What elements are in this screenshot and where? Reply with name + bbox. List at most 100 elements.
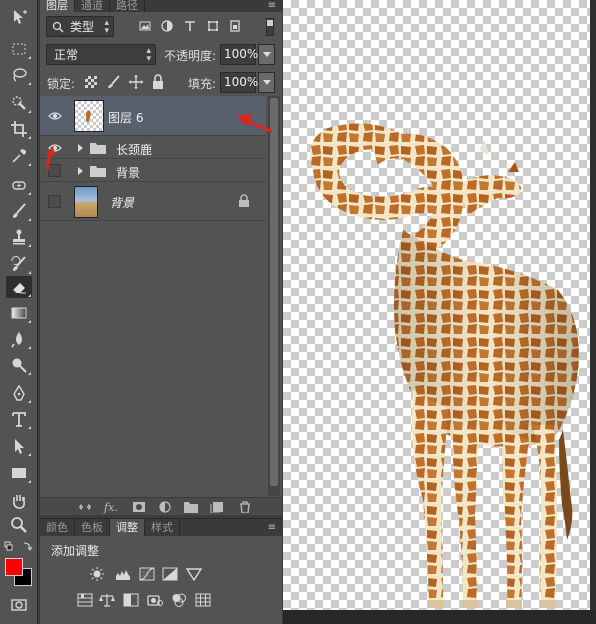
fill-input[interactable]: 100% bbox=[220, 72, 258, 93]
giraffe-cutout-image bbox=[310, 123, 579, 608]
tab-paths[interactable]: 路径 bbox=[110, 0, 145, 12]
quick-mask-icon[interactable] bbox=[6, 594, 32, 616]
layer-thumbnail bbox=[74, 100, 104, 132]
blur-icon[interactable] bbox=[6, 328, 32, 350]
opacity-label: 不透明度: bbox=[164, 49, 217, 63]
eye-icon[interactable] bbox=[48, 141, 62, 155]
layer-name: 背景 bbox=[110, 196, 135, 210]
gradient-icon[interactable] bbox=[6, 302, 32, 324]
new-group-icon[interactable] bbox=[184, 501, 198, 513]
lock-image-icon[interactable] bbox=[106, 74, 122, 90]
type-icon[interactable] bbox=[6, 408, 32, 430]
filter-pixel-icon[interactable] bbox=[138, 19, 152, 33]
opacity-dropdown-button[interactable] bbox=[258, 44, 275, 65]
adjustments-panel: 颜色 色板 调整 样式 ≡ 添加调整 bbox=[40, 518, 282, 624]
tab-channels[interactable]: 通道 bbox=[75, 0, 110, 12]
layers-footer: fx. bbox=[40, 497, 282, 515]
black-white-icon[interactable] bbox=[122, 592, 140, 608]
tab-swatches[interactable]: 色板 bbox=[75, 519, 110, 536]
panel-menu-icon[interactable]: ≡ bbox=[268, 0, 282, 12]
scrollbar-thumb[interactable] bbox=[270, 98, 278, 486]
eyedropper-icon[interactable] bbox=[6, 145, 32, 167]
giraffe-thumbnail-icon bbox=[86, 110, 91, 123]
layer-name: 长颈鹿 bbox=[116, 143, 153, 157]
layer-row-layer-6[interactable]: 图层 6 bbox=[40, 96, 266, 136]
layers-scrollbar[interactable] bbox=[268, 96, 280, 496]
brightness-contrast-icon[interactable] bbox=[88, 566, 106, 582]
tab-adjustments[interactable]: 调整 bbox=[110, 519, 145, 536]
new-layer-icon[interactable] bbox=[210, 501, 224, 513]
expand-triangle-icon[interactable] bbox=[78, 144, 83, 152]
adjustments-panel-tabs: 颜色 色板 调整 样式 ≡ bbox=[40, 519, 282, 536]
chevron-updown-icon: ▴ ▾ bbox=[146, 46, 151, 64]
exposure-icon[interactable] bbox=[161, 566, 179, 582]
lock-position-icon[interactable] bbox=[128, 74, 144, 90]
canvas-bottom-bar bbox=[283, 610, 596, 624]
lasso-icon[interactable] bbox=[6, 64, 32, 86]
canvas-scroll-edge bbox=[590, 0, 596, 610]
layer-mask-icon[interactable] bbox=[132, 501, 146, 513]
visibility-box[interactable] bbox=[48, 195, 61, 208]
vibrance-icon[interactable] bbox=[185, 566, 203, 582]
hand-icon[interactable] bbox=[6, 490, 32, 512]
color-lookup-icon[interactable] bbox=[194, 592, 212, 608]
levels-icon[interactable] bbox=[114, 566, 132, 582]
filter-smart-object-icon[interactable] bbox=[228, 19, 242, 33]
layer-name: 图层 6 bbox=[108, 111, 144, 125]
lock-label: 锁定: bbox=[47, 77, 76, 91]
healing-icon[interactable] bbox=[6, 174, 32, 196]
layer-row-background-group[interactable]: 背景 bbox=[40, 160, 266, 182]
adjustment-layer-icon[interactable] bbox=[158, 501, 172, 513]
layers-panel-tabs: 图层 通道 路径 ≡ bbox=[40, 0, 282, 12]
crop-icon[interactable] bbox=[6, 118, 32, 140]
color-balance-icon[interactable] bbox=[98, 592, 116, 608]
dodge-icon[interactable] bbox=[6, 354, 32, 376]
curves-icon[interactable] bbox=[138, 566, 156, 582]
link-icon[interactable] bbox=[78, 501, 92, 513]
layer-filter-dropdown[interactable]: 类型 ▴ ▾ bbox=[46, 16, 114, 37]
blend-mode-dropdown[interactable]: 正常 ▴ ▾ bbox=[46, 44, 156, 65]
eraser-icon[interactable] bbox=[6, 276, 32, 298]
filter-type-icon[interactable] bbox=[183, 19, 197, 33]
tab-styles[interactable]: 样式 bbox=[145, 519, 180, 536]
marquee-icon[interactable] bbox=[6, 38, 32, 60]
opacity-input[interactable]: 100% bbox=[220, 44, 258, 65]
layer-row-background[interactable]: 背景 bbox=[40, 183, 266, 221]
quick-select-icon[interactable] bbox=[6, 92, 32, 114]
swap-colors-icon[interactable] bbox=[4, 540, 34, 554]
channel-mixer-icon[interactable] bbox=[170, 592, 188, 608]
photo-filter-icon[interactable] bbox=[146, 592, 164, 608]
filter-shape-icon[interactable] bbox=[206, 19, 220, 33]
filter-kind-label: 类型 bbox=[70, 20, 95, 34]
move-icon[interactable] bbox=[6, 6, 32, 28]
zoom-icon[interactable] bbox=[6, 514, 32, 536]
expand-triangle-icon[interactable] bbox=[78, 167, 83, 175]
stamp-icon[interactable] bbox=[6, 226, 32, 248]
hue-saturation-icon[interactable] bbox=[76, 592, 94, 608]
brush-icon[interactable] bbox=[6, 200, 32, 222]
trash-icon[interactable] bbox=[238, 501, 252, 513]
tools-panel bbox=[0, 0, 38, 624]
fx-icon[interactable]: fx. bbox=[104, 501, 118, 514]
document-canvas[interactable] bbox=[283, 0, 596, 610]
lock-transparent-icon[interactable] bbox=[85, 76, 97, 88]
layer-row-giraffe-group[interactable]: 长颈鹿 bbox=[40, 137, 266, 159]
tab-layers[interactable]: 图层 bbox=[40, 0, 75, 12]
pen-icon[interactable] bbox=[6, 382, 32, 404]
layer-name: 背景 bbox=[116, 166, 141, 180]
search-icon bbox=[52, 21, 64, 33]
path-select-icon[interactable] bbox=[6, 435, 32, 457]
visibility-box[interactable] bbox=[48, 164, 61, 177]
filter-adjustment-icon[interactable] bbox=[160, 19, 174, 33]
tab-color[interactable]: 颜色 bbox=[40, 519, 75, 536]
rectangle-icon[interactable] bbox=[6, 462, 32, 484]
fill-label: 填充: bbox=[188, 77, 217, 91]
fill-dropdown-button[interactable] bbox=[258, 72, 275, 93]
foreground-color-swatch[interactable] bbox=[5, 558, 23, 576]
history-brush-icon[interactable] bbox=[6, 253, 32, 275]
photoshop-window: 图层 通道 路径 ≡ 类型 ▴ ▾ 正常 ▴ ▾ 不透明度: 100% 锁定: … bbox=[0, 0, 596, 624]
eye-icon[interactable] bbox=[48, 109, 62, 123]
layers-list: 图层 6 长颈鹿 背景 背景 bbox=[40, 96, 266, 496]
panel-menu-icon[interactable]: ≡ bbox=[268, 519, 282, 536]
lock-all-icon[interactable] bbox=[150, 74, 166, 90]
